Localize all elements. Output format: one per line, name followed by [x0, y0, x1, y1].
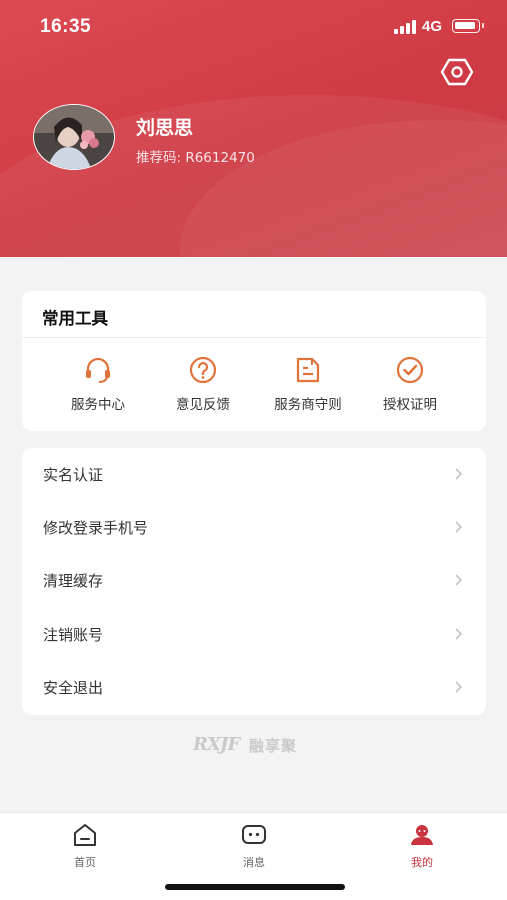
menu-item-label: 注销账号	[43, 626, 104, 644]
menu-item-delete-account[interactable]: 注销账号	[22, 608, 486, 661]
menu-item-change-phone[interactable]: 修改登录手机号	[22, 501, 486, 554]
user-name: 刘思思	[136, 117, 194, 139]
tab-home[interactable]: 首页	[45, 821, 125, 871]
status-bar: 16:35 4G	[0, 0, 507, 54]
tool-label: 服务中心	[71, 397, 125, 413]
status-time: 16:35	[40, 16, 92, 37]
watermark-text: 融享聚	[249, 737, 298, 755]
tab-messages[interactable]: 消息	[214, 821, 294, 871]
chevron-right-icon	[455, 574, 463, 586]
common-tools-card: 常用工具 服务中心 意见反馈 服务商守则 授权证明	[22, 291, 486, 431]
watermark-logo: RXJF	[193, 734, 240, 755]
check-circle-icon	[396, 356, 424, 384]
tool-authorization[interactable]: 授权证明	[355, 351, 465, 413]
chevron-right-icon	[455, 681, 463, 693]
tool-provider-rules[interactable]: 服务商守则	[253, 351, 363, 413]
tool-label: 服务商守则	[274, 397, 342, 413]
signal-icon	[394, 20, 416, 34]
tab-label: 我的	[411, 856, 433, 869]
divider	[22, 337, 486, 338]
question-circle-icon	[189, 356, 217, 384]
headset-icon	[86, 357, 110, 383]
chevron-right-icon	[455, 628, 463, 640]
network-type: 4G	[422, 18, 443, 35]
menu-item-label: 安全退出	[43, 679, 104, 697]
avatar-photo	[33, 104, 115, 170]
home-icon	[74, 824, 96, 846]
menu-item-label: 实名认证	[43, 466, 104, 484]
tab-mine[interactable]: 我的	[382, 821, 462, 871]
menu-item-real-name-auth[interactable]: 实名认证	[22, 448, 486, 501]
tab-label: 消息	[243, 856, 265, 869]
tab-label: 首页	[74, 856, 96, 869]
avatar[interactable]	[32, 103, 116, 171]
referral-code: 推荐码: R6612470	[136, 150, 255, 166]
battery-icon	[452, 19, 484, 33]
tool-feedback[interactable]: 意见反馈	[148, 351, 258, 413]
document-icon	[296, 357, 320, 383]
tool-label: 授权证明	[383, 397, 437, 413]
section-title: 常用工具	[42, 309, 108, 328]
message-icon	[242, 825, 266, 844]
profile-icon	[411, 825, 433, 845]
menu-item-logout[interactable]: 安全退出	[22, 661, 486, 714]
hexagon-gear-icon	[440, 58, 474, 86]
menu-item-clear-cache[interactable]: 清理缓存	[22, 554, 486, 607]
home-indicator	[165, 884, 345, 890]
menu-item-label: 修改登录手机号	[43, 519, 149, 537]
brand-watermark: RXJF 融享聚	[193, 732, 318, 762]
chevron-right-icon	[455, 521, 463, 533]
tool-label: 意见反馈	[176, 397, 230, 413]
chevron-right-icon	[455, 468, 463, 480]
tool-service-center[interactable]: 服务中心	[43, 351, 153, 413]
settings-menu-card: 实名认证 修改登录手机号 清理缓存 注销账号 安全退出	[22, 448, 486, 715]
settings-button[interactable]	[440, 56, 474, 88]
menu-item-label: 清理缓存	[43, 572, 104, 590]
